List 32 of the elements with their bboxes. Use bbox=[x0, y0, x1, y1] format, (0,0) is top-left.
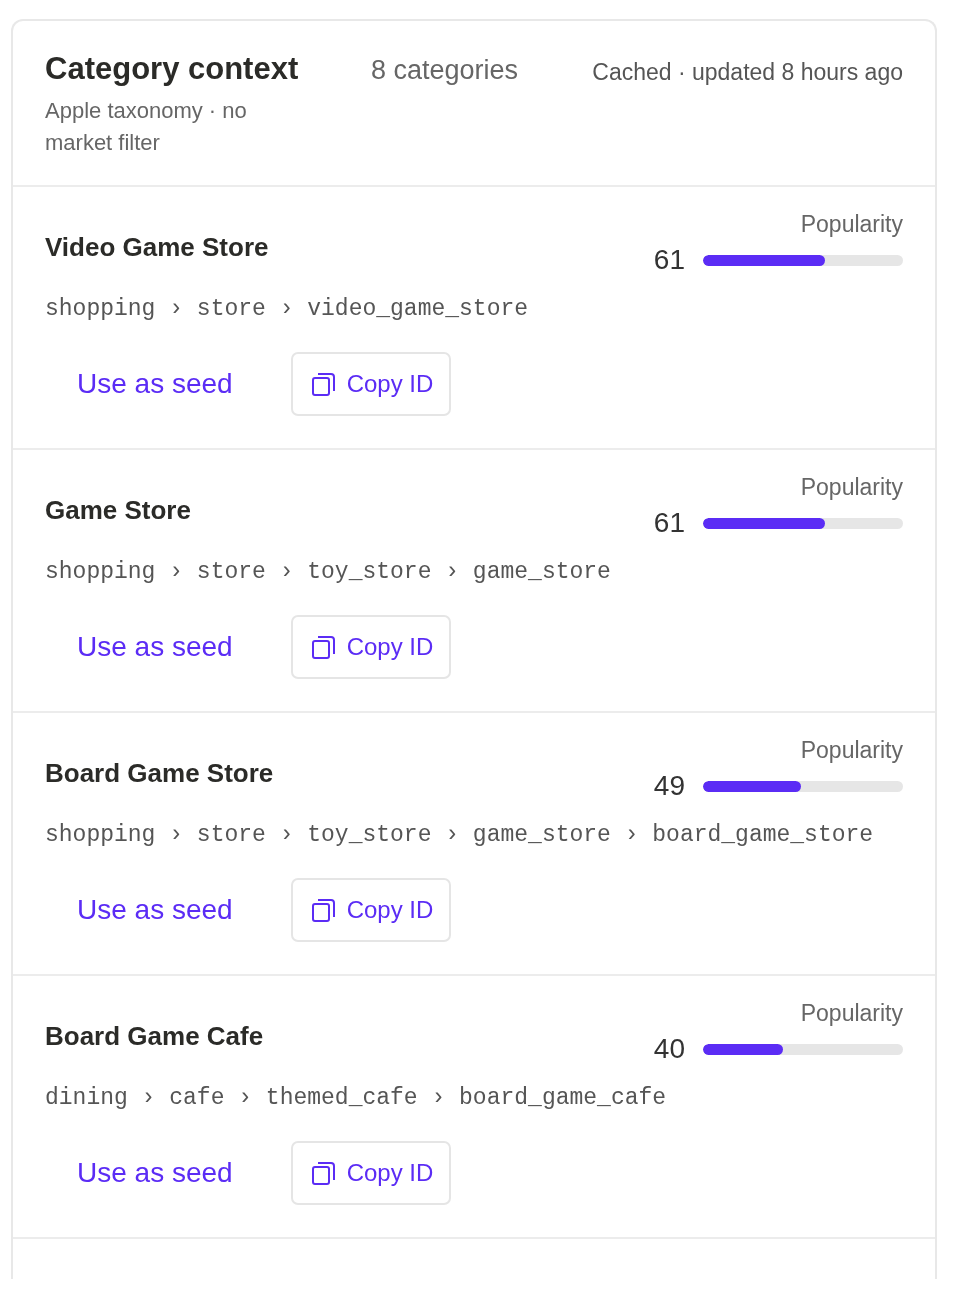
use-as-seed-link[interactable]: Use as seed bbox=[45, 884, 265, 936]
category-name: Video Game Store bbox=[45, 232, 269, 263]
copy-icon bbox=[310, 1160, 337, 1186]
use-as-seed-link[interactable]: Use as seed bbox=[45, 1147, 265, 1199]
popularity-score: 40 bbox=[652, 1033, 685, 1065]
category-name: Board Game Store bbox=[45, 758, 274, 789]
copy-id-button[interactable]: Copy ID bbox=[290, 352, 452, 416]
category-name: Game Store bbox=[45, 495, 191, 526]
copy-icon bbox=[310, 371, 337, 397]
popularity-label: Popularity bbox=[800, 1000, 903, 1027]
category-path: dining › cafe › themed_cafe › board_game_cafe bbox=[45, 1085, 668, 1111]
popularity-label: Popularity bbox=[800, 211, 903, 238]
copy-id-button[interactable]: Copy ID bbox=[290, 615, 452, 679]
category-count: 8 categories bbox=[371, 55, 519, 86]
popularity-score: 61 bbox=[652, 507, 685, 539]
popularity-score: 61 bbox=[652, 244, 685, 276]
use-as-seed-link[interactable]: Use as seed bbox=[45, 621, 265, 673]
copy-id-button[interactable]: Copy ID bbox=[290, 878, 452, 942]
use-as-seed-link[interactable]: Use as seed bbox=[45, 358, 265, 410]
category-name: Board Game Cafe bbox=[45, 1021, 264, 1052]
popularity-label: Popularity bbox=[800, 474, 903, 501]
popularity-label: Popularity bbox=[800, 737, 903, 764]
copy-id-button[interactable]: Copy ID bbox=[290, 1141, 452, 1205]
panel-title: Category context bbox=[45, 51, 300, 87]
category-path: shopping › store › toy_store › game_store › board_game_store bbox=[45, 822, 875, 848]
popularity-score: 49 bbox=[652, 770, 685, 802]
copy-icon bbox=[310, 634, 337, 660]
category-path: shopping › store › toy_store › game_store bbox=[45, 559, 612, 585]
panel-subtitle: Apple taxonomy · no market filter bbox=[45, 97, 248, 157]
copy-icon bbox=[310, 897, 337, 923]
category-path: shopping › store › video_game_store bbox=[45, 296, 530, 322]
cache-status: Cached · updated 8 hours ago bbox=[592, 59, 903, 86]
